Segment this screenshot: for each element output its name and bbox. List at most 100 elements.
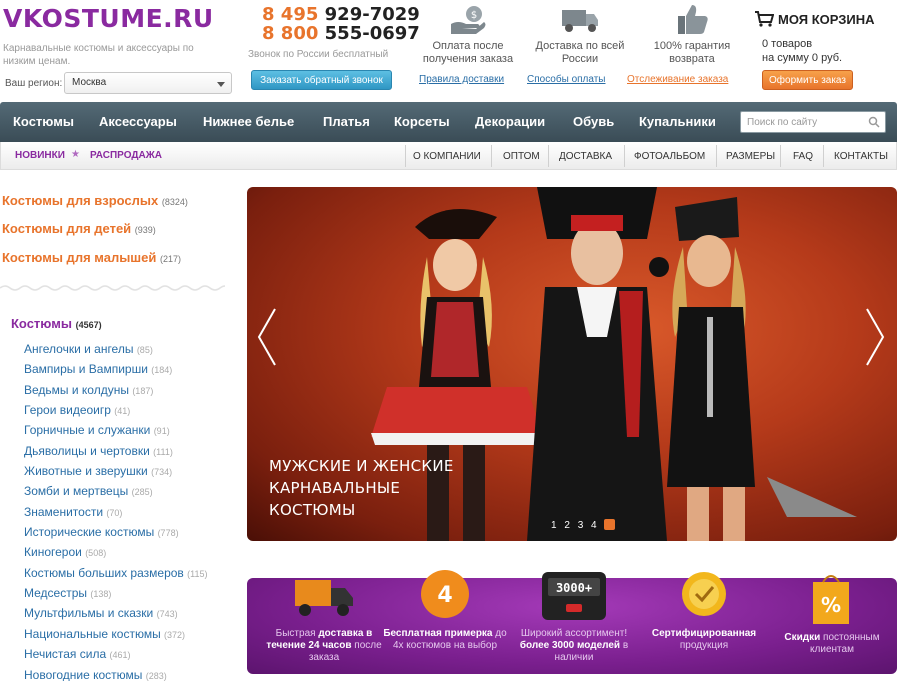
- thumbs-up-icon: [678, 5, 708, 34]
- slide-dot-active[interactable]: [604, 519, 616, 530]
- money-hand-icon: $: [451, 6, 486, 34]
- star-icon: ★: [71, 149, 80, 160]
- subcategory-count: (91): [153, 426, 170, 437]
- banner-caption-line: МУЖСКИЕ И ЖЕНСКИЕ: [269, 457, 454, 475]
- sale-link[interactable]: РАСПРОДАЖА: [90, 150, 162, 161]
- wavy-divider: [0, 285, 225, 291]
- divider: [491, 145, 492, 167]
- new-arrivals-link[interactable]: НОВИНКИ: [15, 150, 65, 161]
- callback-button[interactable]: Заказать обратный звонок: [251, 70, 392, 90]
- cart-title[interactable]: МОЯ КОРЗИНА: [754, 11, 875, 27]
- subcategory-item[interactable]: Ведьмы и колдуны (187): [24, 383, 207, 403]
- subcategory-label: Зомби и мертвецы: [24, 484, 129, 499]
- benefit-text: Быстрая: [275, 628, 319, 639]
- subcategory-item[interactable]: Дьяволицы и чертовки (111): [24, 444, 207, 464]
- truck-icon: [562, 10, 598, 32]
- wholesale-link[interactable]: ОПТОМ: [503, 151, 540, 162]
- subcategory-item[interactable]: Национальные костюмы (372): [24, 627, 207, 647]
- costumes-section-title[interactable]: Костюмы (4567): [11, 316, 102, 331]
- category-babies[interactable]: Костюмы для малышей (217): [2, 250, 181, 265]
- feature-payment: $ Оплата после получения заказа: [418, 0, 518, 66]
- category-kids[interactable]: Костюмы для детей (939): [2, 221, 156, 236]
- category-adults[interactable]: Костюмы для взрослых (8324): [2, 193, 188, 208]
- checkout-button[interactable]: Оформить заказ: [762, 70, 853, 90]
- site-logo[interactable]: VKOSTUME.RU: [3, 4, 214, 33]
- banner-caption-line: КАРНАВАЛЬНЫЕ: [269, 479, 401, 497]
- subcategory-item[interactable]: Киногерои (508): [24, 545, 207, 565]
- counter-icon: 3000+: [542, 572, 606, 620]
- region-select[interactable]: Москва: [64, 72, 232, 94]
- benefit-assortment: 3000+ Широкий ассортимент! более 3000 мо…: [511, 572, 637, 664]
- sizes-link[interactable]: РАЗМЕРЫ: [726, 151, 775, 162]
- nav-item-swimwear[interactable]: Купальники: [639, 114, 716, 129]
- feature-guarantee: 100% гарантия возврата: [640, 0, 744, 66]
- subcategory-count: (184): [151, 365, 173, 376]
- subcategory-count: (508): [85, 548, 107, 559]
- search-icon[interactable]: [868, 116, 880, 128]
- contacts-link[interactable]: КОНТАКТЫ: [834, 151, 888, 162]
- subcategory-item[interactable]: Нечистая сила (461): [24, 647, 207, 667]
- delivery-truck-icon: [295, 580, 353, 616]
- phone-russia: 8 800 555-0697: [262, 23, 420, 44]
- prev-slide-arrow-icon[interactable]: [255, 307, 279, 367]
- delivery-link[interactable]: ДОСТАВКА: [559, 151, 612, 162]
- photo-album-link[interactable]: ФОТОАЛЬБОМ: [634, 151, 705, 162]
- category-label: Костюмы для взрослых: [2, 193, 159, 208]
- slide-dot[interactable]: 4: [591, 520, 597, 531]
- phone-number: 929-7029: [324, 4, 420, 25]
- svg-text:3000+: 3000+: [556, 581, 592, 595]
- phone-code: 8 800: [262, 23, 319, 44]
- benefit-free-fitting: 4 Бесплатная примерка до 4х костюмов на …: [383, 570, 507, 652]
- subcategory-item[interactable]: Ангелочки и ангелы (85): [24, 342, 207, 362]
- category-count: (8324): [161, 197, 188, 207]
- section-count: (4567): [75, 320, 102, 330]
- cart-icon: [755, 11, 774, 27]
- subcategory-item[interactable]: Новогодние костюмы (283): [24, 668, 207, 681]
- slide-dot[interactable]: 1: [551, 520, 557, 531]
- faq-link[interactable]: FAQ: [793, 151, 813, 162]
- category-label: Костюмы для малышей: [2, 250, 157, 265]
- subcategory-count: (461): [109, 650, 131, 661]
- nav-item-accessories[interactable]: Аксессуары: [99, 114, 177, 129]
- number-4-badge-icon: 4: [421, 570, 469, 618]
- slide-dot[interactable]: 2: [564, 520, 570, 531]
- nav-item-decorations[interactable]: Декорации: [475, 114, 545, 129]
- next-slide-arrow-icon[interactable]: [863, 307, 887, 367]
- nav-item-shoes[interactable]: Обувь: [573, 114, 614, 129]
- discount-bag-icon: %: [813, 575, 849, 624]
- subcategory-item[interactable]: Герои видеоигр (41): [24, 403, 207, 423]
- subcategory-item[interactable]: Исторические костюмы (778): [24, 525, 207, 545]
- category-label: Костюмы для детей: [2, 221, 132, 236]
- feature-text: Оплата после получения заказа: [422, 40, 514, 65]
- feature-text: Доставка по всей России: [535, 40, 625, 65]
- about-link[interactable]: О КОМПАНИИ: [413, 151, 481, 162]
- nav-item-corsets[interactable]: Корсеты: [394, 114, 450, 129]
- benefit-text-bold: Скидки: [784, 632, 821, 643]
- hero-banner[interactable]: МУЖСКИЕ И ЖЕНСКИЕ КАРНАВАЛЬНЫЕ КОСТЮМЫ 1…: [247, 187, 897, 541]
- subcategory-item[interactable]: Животные и зверушки (734): [24, 464, 207, 484]
- subcategory-item[interactable]: Костюмы больших размеров (115): [24, 566, 207, 586]
- subcategory-count: (41): [114, 406, 131, 417]
- search-input[interactable]: Поиск по сайту: [740, 111, 886, 133]
- payment-methods-link[interactable]: Способы оплаты: [527, 74, 606, 85]
- nav-item-lingerie[interactable]: Нижнее белье: [203, 114, 294, 129]
- subcategory-count: (285): [131, 487, 153, 498]
- svg-text:%: %: [821, 593, 841, 617]
- benefit-discounts: % Скидки постоянным клиентам: [771, 575, 893, 656]
- category-count: (939): [134, 225, 156, 235]
- nav-item-dresses[interactable]: Платья: [323, 114, 370, 129]
- subcategory-item[interactable]: Мультфильмы и сказки (743): [24, 606, 207, 626]
- nav-item-costumes[interactable]: Костюмы: [13, 114, 74, 129]
- subcategory-item[interactable]: Знаменитости (70): [24, 505, 207, 525]
- delivery-rules-link[interactable]: Правила доставки: [419, 74, 504, 85]
- subcategory-item[interactable]: Зомби и мертвецы (285): [24, 484, 207, 504]
- benefit-fast-delivery: Быстрая доставка в течение 24 часов посл…: [261, 578, 387, 664]
- cart-summary: 0 товаров на сумму 0 руб.: [762, 37, 842, 65]
- subcategory-item[interactable]: Вампиры и Вампирши (184): [24, 362, 207, 382]
- subcategory-item[interactable]: Медсестры (138): [24, 586, 207, 606]
- slide-dot[interactable]: 3: [578, 520, 584, 531]
- benefit-text: продукция: [679, 640, 729, 651]
- divider: [780, 145, 781, 167]
- subcategory-item[interactable]: Горничные и служанки (91): [24, 423, 207, 443]
- order-tracking-link[interactable]: Отслеживание заказа: [627, 74, 728, 85]
